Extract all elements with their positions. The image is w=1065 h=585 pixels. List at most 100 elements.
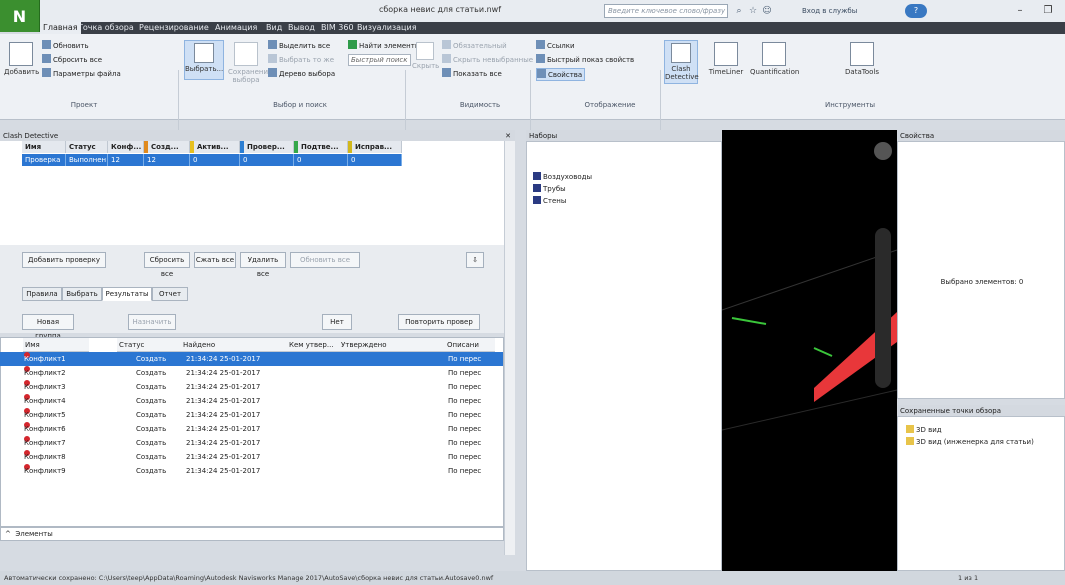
result-status[interactable]: Создать [136, 380, 166, 394]
res-col-status[interactable]: Статус [117, 338, 181, 352]
star-icon[interactable]: ☆ [747, 5, 759, 17]
select-button[interactable]: Выбрать... [184, 40, 224, 80]
col-resolved[interactable]: Исправ... [348, 141, 402, 153]
test-cell[interactable]: 0 [294, 154, 348, 166]
col-active[interactable]: Актив... [190, 141, 240, 153]
show-all-button[interactable]: Показать все [442, 68, 502, 79]
refresh-button[interactable]: Обновить [42, 40, 89, 51]
export-icon[interactable]: ⇩ [466, 252, 484, 268]
result-row[interactable]: Конфликт8 Создать 21:34:24 25-01-2017 По пе… [0, 450, 503, 464]
res-col-approved-by[interactable]: Кем утвер... [287, 338, 339, 352]
clash-detective-button[interactable]: Clash Detective [664, 40, 699, 84]
tab-report[interactable]: Отчет [152, 287, 188, 301]
links-button[interactable]: Ссылки [536, 40, 575, 51]
add-button[interactable]: Добавить [4, 42, 39, 76]
select-all-button[interactable]: Выделить все [268, 40, 330, 51]
sign-in-button[interactable]: Вход в службы [802, 4, 882, 18]
assign-button[interactable]: Назначить [128, 314, 176, 330]
res-col-desc[interactable]: Описани [445, 338, 495, 352]
test-cell[interactable]: 12 [108, 154, 144, 166]
result-status[interactable]: Создать [136, 394, 166, 408]
find-items-button[interactable]: Найти элементы [348, 40, 420, 51]
required-button[interactable]: Обязательный [442, 40, 507, 51]
tab-rules[interactable]: Правила [22, 287, 62, 301]
result-row[interactable]: Конфликт1 Создать 21:34:24 25-01-2017 По пе… [0, 352, 503, 366]
compact-all-button[interactable]: Сжать все [194, 252, 236, 268]
tab-animation[interactable]: Анимация [212, 22, 260, 34]
result-row[interactable]: Конфликт2 Создать 21:34:24 25-01-2017 По пе… [0, 366, 503, 380]
nav-bar[interactable] [875, 228, 891, 388]
tab-output[interactable]: Вывод [285, 22, 318, 34]
help-button[interactable]: ? [905, 4, 927, 18]
none-dropdown[interactable]: Нет [322, 314, 352, 330]
set-item[interactable]: Трубы [533, 184, 566, 194]
group-project[interactable]: Проект [44, 101, 124, 109]
tab-review[interactable]: Рецензирование [136, 22, 212, 34]
selection-tree-button[interactable]: Дерево выбора [268, 68, 335, 79]
hide-button[interactable]: Скрыть [412, 42, 439, 70]
test-cell[interactable]: 0 [348, 154, 402, 166]
file-params-button[interactable]: Параметры файла [42, 68, 121, 79]
quick-props-button[interactable]: Быстрый показ свойств [536, 54, 634, 65]
save-selection-button[interactable]: Сохранение выбора [228, 42, 272, 84]
rerun-test-button[interactable]: Повторить провер [398, 314, 480, 330]
quick-find-input[interactable]: Быстрый поиск [348, 54, 411, 66]
res-col-found[interactable]: Найдено [181, 338, 287, 352]
test-cell[interactable]: 0 [190, 154, 240, 166]
tab-visualization[interactable]: Визуализация [354, 22, 420, 34]
datatools-button[interactable]: DataTools [840, 42, 884, 76]
quantification-button[interactable]: Quantification [750, 42, 799, 76]
col-new[interactable]: Созд... [144, 141, 190, 153]
tab-results[interactable]: Результаты [102, 287, 152, 301]
timeliner-button[interactable]: TimeLiner [704, 42, 748, 76]
col-reviewed[interactable]: Провер... [240, 141, 294, 153]
test-cell[interactable]: Проверка 1 [22, 154, 66, 176]
reset-all-tests-button[interactable]: Сбросить все [144, 252, 190, 278]
result-status[interactable]: Создать [136, 422, 166, 436]
test-cell[interactable]: 0 [240, 154, 294, 166]
binoculars-icon[interactable]: ⌕ [733, 5, 745, 17]
viewpoint-folder[interactable]: 3D вид (инженерка для статьи) [906, 437, 1034, 447]
col-status[interactable]: Статус [66, 141, 108, 153]
tab-viewpoint[interactable]: Точка обзора [75, 22, 137, 34]
result-status[interactable]: Создать [136, 450, 166, 464]
update-all-button[interactable]: Обновить все [290, 252, 360, 268]
user-icon[interactable]: ☺ [761, 5, 773, 17]
tab-view[interactable]: Вид [263, 22, 285, 34]
select-same-button[interactable]: Выбрать то же [268, 54, 334, 65]
tab-bim360[interactable]: BIM 360 [318, 22, 357, 34]
reset-all-button[interactable]: Сбросить все [42, 54, 102, 65]
test-cell[interactable]: Выполнен [66, 154, 108, 166]
viewcube-icon[interactable] [874, 142, 892, 160]
result-row[interactable]: Конфликт9 Создать 21:34:24 25-01-2017 По пе… [0, 464, 503, 478]
col-conflicts[interactable]: Конф... [108, 141, 144, 153]
res-col-name[interactable]: Имя [23, 338, 89, 352]
result-row[interactable]: Конфликт6 Создать 21:34:24 25-01-2017 По пе… [0, 422, 503, 436]
col-name[interactable]: Имя [22, 141, 66, 153]
result-row[interactable]: Конфликт7 Создать 21:34:24 25-01-2017 По пе… [0, 436, 503, 450]
result-row[interactable]: Конфликт3 Создать 21:34:24 25-01-2017 По пе… [0, 380, 503, 394]
result-status[interactable]: Создать [136, 408, 166, 422]
tab-select[interactable]: Выбрать [62, 287, 102, 301]
delete-all-button[interactable]: Удалить все [240, 252, 286, 278]
viewpoint-folder[interactable]: 3D вид [906, 425, 942, 435]
result-status[interactable]: Создать [136, 436, 166, 450]
set-item[interactable]: Воздуховоды [533, 172, 592, 182]
vertical-scrollbar[interactable] [504, 141, 515, 555]
col-approved[interactable]: Подтве... [294, 141, 348, 153]
result-status[interactable]: Создать [136, 352, 166, 366]
test-cell[interactable]: 12 [144, 154, 190, 166]
properties-button[interactable]: Свойства [536, 68, 586, 81]
result-row[interactable]: Конфликт5 Создать 21:34:24 25-01-2017 По пе… [0, 408, 503, 422]
result-row[interactable]: Конфликт4 Создать 21:34:24 25-01-2017 По пе… [0, 394, 503, 408]
group-select[interactable]: Выбор и поиск [240, 101, 360, 109]
result-status[interactable]: Создать [136, 366, 166, 380]
hide-unselected-button[interactable]: Скрыть невыбранные [442, 54, 533, 65]
new-group-button[interactable]: Новая группа [22, 314, 74, 340]
app-logo[interactable]: N [0, 0, 40, 32]
search-input[interactable]: Введите ключевое слово/фразу [604, 4, 728, 18]
result-status[interactable]: Создать [136, 464, 166, 478]
minimize-icon[interactable]: – [1010, 3, 1030, 19]
3d-viewport[interactable] [722, 130, 897, 571]
restore-icon[interactable]: ❐ [1038, 3, 1058, 19]
